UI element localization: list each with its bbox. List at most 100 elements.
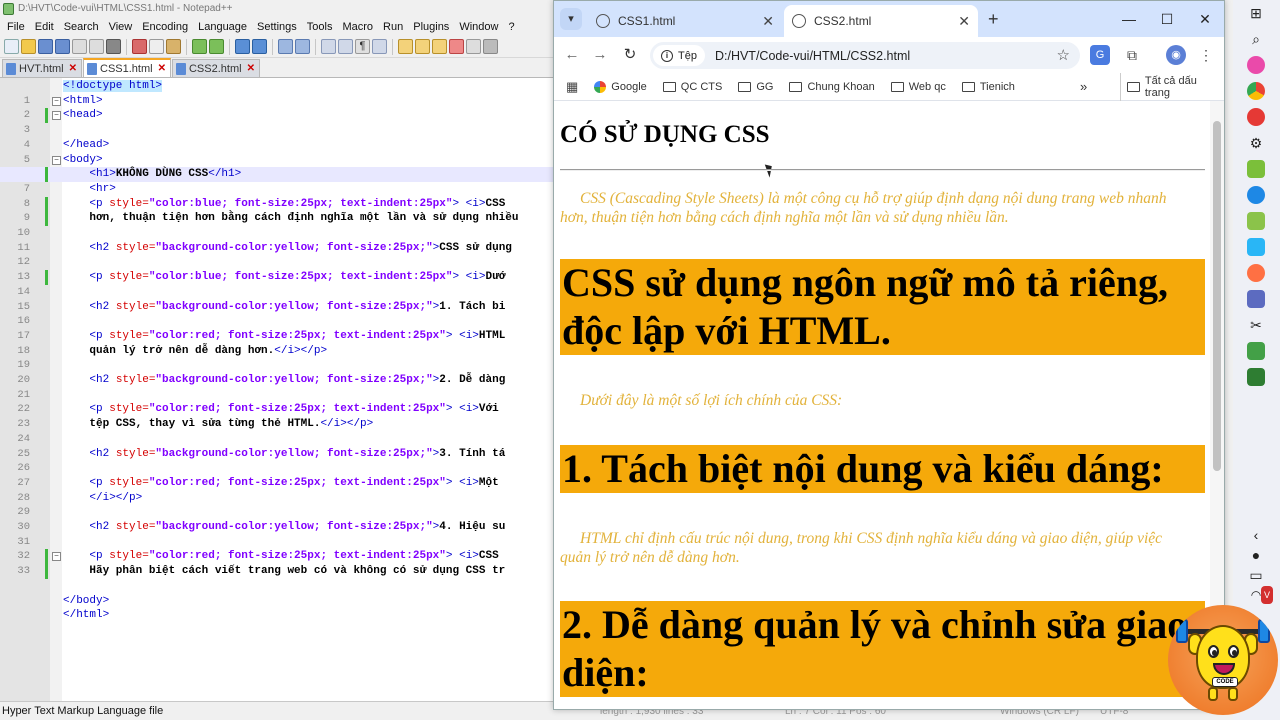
doc-map-icon[interactable] bbox=[398, 39, 413, 54]
paste-icon[interactable] bbox=[166, 39, 181, 54]
more-menu-icon[interactable]: ⋮ bbox=[1196, 45, 1216, 65]
close-window-icon[interactable]: ✕ bbox=[1186, 1, 1224, 37]
menu-view[interactable]: View bbox=[104, 21, 138, 33]
app-icon[interactable] bbox=[1247, 342, 1265, 360]
url-text[interactable]: D:/HVT/Code-vui/HTML/CSS2.html bbox=[715, 49, 910, 63]
undo-icon[interactable] bbox=[192, 39, 207, 54]
close-file-icon[interactable] bbox=[72, 39, 87, 54]
menu-encoding[interactable]: Encoding bbox=[137, 21, 193, 33]
close-tab-icon[interactable]: ✕ bbox=[247, 63, 255, 74]
tab-css2-html[interactable]: CSS2.html ✕ bbox=[171, 59, 260, 77]
play-macro-icon[interactable] bbox=[483, 39, 498, 54]
function-list-icon[interactable] bbox=[415, 39, 430, 54]
menu-run[interactable]: Run bbox=[378, 21, 408, 33]
forward-arrow-icon[interactable]: → bbox=[590, 45, 610, 65]
address-bar[interactable]: i Tệp D:/HVT/Code-vui/HTML/CSS2.html ☆ bbox=[650, 42, 1080, 69]
app-icon[interactable] bbox=[1247, 290, 1265, 308]
microphone-icon[interactable]: ● bbox=[1247, 546, 1265, 564]
close-tab-icon[interactable]: ✕ bbox=[762, 13, 774, 30]
capcut-icon[interactable]: ✂ bbox=[1247, 316, 1265, 334]
menu-edit[interactable]: Edit bbox=[30, 21, 59, 33]
scrollbar-thumb[interactable] bbox=[1213, 121, 1221, 471]
open-folder-icon[interactable] bbox=[21, 39, 36, 54]
maximize-icon[interactable]: ☐ bbox=[1148, 1, 1186, 37]
save-all-icon[interactable] bbox=[55, 39, 70, 54]
menu-plugins[interactable]: Plugins bbox=[408, 21, 454, 33]
tab-hvt-html[interactable]: HVT.html ✕ bbox=[2, 59, 83, 77]
menu-window[interactable]: Window bbox=[454, 21, 503, 33]
show-all-characters-icon[interactable]: ¶ bbox=[355, 39, 370, 54]
extensions-puzzle-icon[interactable]: ⧉ bbox=[1122, 45, 1142, 65]
search-icon[interactable]: ⌕ bbox=[1247, 30, 1265, 48]
close-tab-icon[interactable]: ✕ bbox=[158, 63, 166, 74]
app-icon[interactable] bbox=[1247, 212, 1265, 230]
folder-workspace-icon[interactable] bbox=[432, 39, 447, 54]
more-bookmarks-chevron-icon[interactable]: » bbox=[1080, 79, 1087, 94]
tab-search-chevron-icon[interactable]: ▾ bbox=[560, 8, 582, 30]
apps-grid-icon[interactable]: ▦ bbox=[566, 79, 578, 95]
menu-language[interactable]: Language bbox=[193, 21, 252, 33]
chrome-tab-css2[interactable]: CSS2.html ✕ bbox=[784, 5, 978, 37]
chrome-tab-css1[interactable]: CSS1.html ✕ bbox=[588, 5, 782, 37]
keyboard-icon[interactable]: ▭ bbox=[1247, 566, 1265, 584]
tab-css1-html[interactable]: CSS1.html ✕ bbox=[83, 58, 171, 77]
indent-guide-icon[interactable] bbox=[372, 39, 387, 54]
new-file-icon[interactable] bbox=[4, 39, 19, 54]
windows-start-icon[interactable]: ⊞ bbox=[1247, 4, 1265, 22]
reload-icon[interactable]: ↻ bbox=[620, 45, 640, 65]
site-info-chip[interactable]: i Tệp bbox=[653, 45, 705, 66]
bookmark-google[interactable]: Google bbox=[594, 80, 647, 93]
notepadpp-taskbar-icon[interactable] bbox=[1247, 160, 1265, 178]
chrome-taskbar-icon[interactable] bbox=[1247, 82, 1265, 100]
menu-settings[interactable]: Settings bbox=[252, 21, 302, 33]
replace-icon[interactable] bbox=[252, 39, 267, 54]
new-tab-plus-icon[interactable]: + bbox=[988, 1, 999, 37]
menu-tools[interactable]: Tools bbox=[302, 21, 338, 33]
record-macro-icon[interactable] bbox=[449, 39, 464, 54]
fold-toggle-icon[interactable]: − bbox=[52, 155, 61, 165]
copy-icon[interactable] bbox=[149, 39, 164, 54]
menu-search[interactable]: Search bbox=[59, 21, 104, 33]
fold-toggle-icon[interactable]: − bbox=[52, 96, 61, 106]
fold-toggle-icon[interactable]: − bbox=[52, 552, 61, 562]
sync-scroll-icon[interactable] bbox=[321, 39, 336, 54]
bookmark-chung-khoan[interactable]: Chung Khoan bbox=[789, 81, 875, 93]
settings-gear-icon[interactable]: ⚙ bbox=[1247, 134, 1265, 152]
code-editor[interactable]: 1 <!doctype html> 2 − <html> 3 − <head> … bbox=[0, 78, 556, 701]
profile-avatar-icon[interactable]: ◉ bbox=[1166, 45, 1186, 65]
print-icon[interactable] bbox=[106, 39, 121, 54]
word-wrap-icon[interactable] bbox=[338, 39, 353, 54]
redo-icon[interactable] bbox=[209, 39, 224, 54]
bookmark-gg[interactable]: GG bbox=[738, 81, 773, 93]
find-icon[interactable] bbox=[235, 39, 250, 54]
copilot-icon[interactable] bbox=[1247, 56, 1265, 74]
bookmark-star-icon[interactable]: ☆ bbox=[1057, 46, 1070, 64]
vietnamese-input-icon[interactable]: V bbox=[1261, 586, 1273, 604]
stop-macro-icon[interactable] bbox=[466, 39, 481, 54]
cut-icon[interactable] bbox=[132, 39, 147, 54]
menu-help[interactable]: ? bbox=[503, 21, 519, 33]
web-page-content[interactable]: CÓ SỬ DỤNG CSS CSS (Cascading Style Shee… bbox=[554, 101, 1210, 709]
zoom-out-icon[interactable] bbox=[295, 39, 310, 54]
close-tab-icon[interactable]: ✕ bbox=[69, 63, 77, 74]
translate-extension-icon[interactable]: G bbox=[1090, 45, 1110, 65]
fold-toggle-icon[interactable]: − bbox=[52, 111, 61, 121]
app-icon[interactable] bbox=[1247, 108, 1265, 126]
edge-icon[interactable] bbox=[1247, 186, 1265, 204]
bookmark-web-qc[interactable]: Web qc bbox=[890, 81, 946, 93]
chevron-left-icon[interactable]: ‹ bbox=[1247, 526, 1265, 544]
save-icon[interactable] bbox=[38, 39, 53, 54]
zoom-in-icon[interactable] bbox=[278, 39, 293, 54]
excel-icon[interactable] bbox=[1247, 368, 1265, 386]
app-icon[interactable] bbox=[1247, 264, 1265, 282]
bookmark-qc-cts[interactable]: QC CTS bbox=[662, 81, 722, 93]
menu-macro[interactable]: Macro bbox=[337, 21, 378, 33]
back-arrow-icon[interactable]: ← bbox=[562, 45, 582, 65]
minimize-icon[interactable]: — bbox=[1110, 1, 1148, 37]
bookmark-tienich[interactable]: Tienich bbox=[961, 81, 1015, 93]
close-all-icon[interactable] bbox=[89, 39, 104, 54]
all-bookmarks-button[interactable]: Tất cả dấu trang bbox=[1120, 73, 1224, 101]
menu-file[interactable]: File bbox=[2, 21, 30, 33]
close-tab-icon[interactable]: ✕ bbox=[958, 13, 970, 30]
zalo-icon[interactable] bbox=[1247, 238, 1265, 256]
